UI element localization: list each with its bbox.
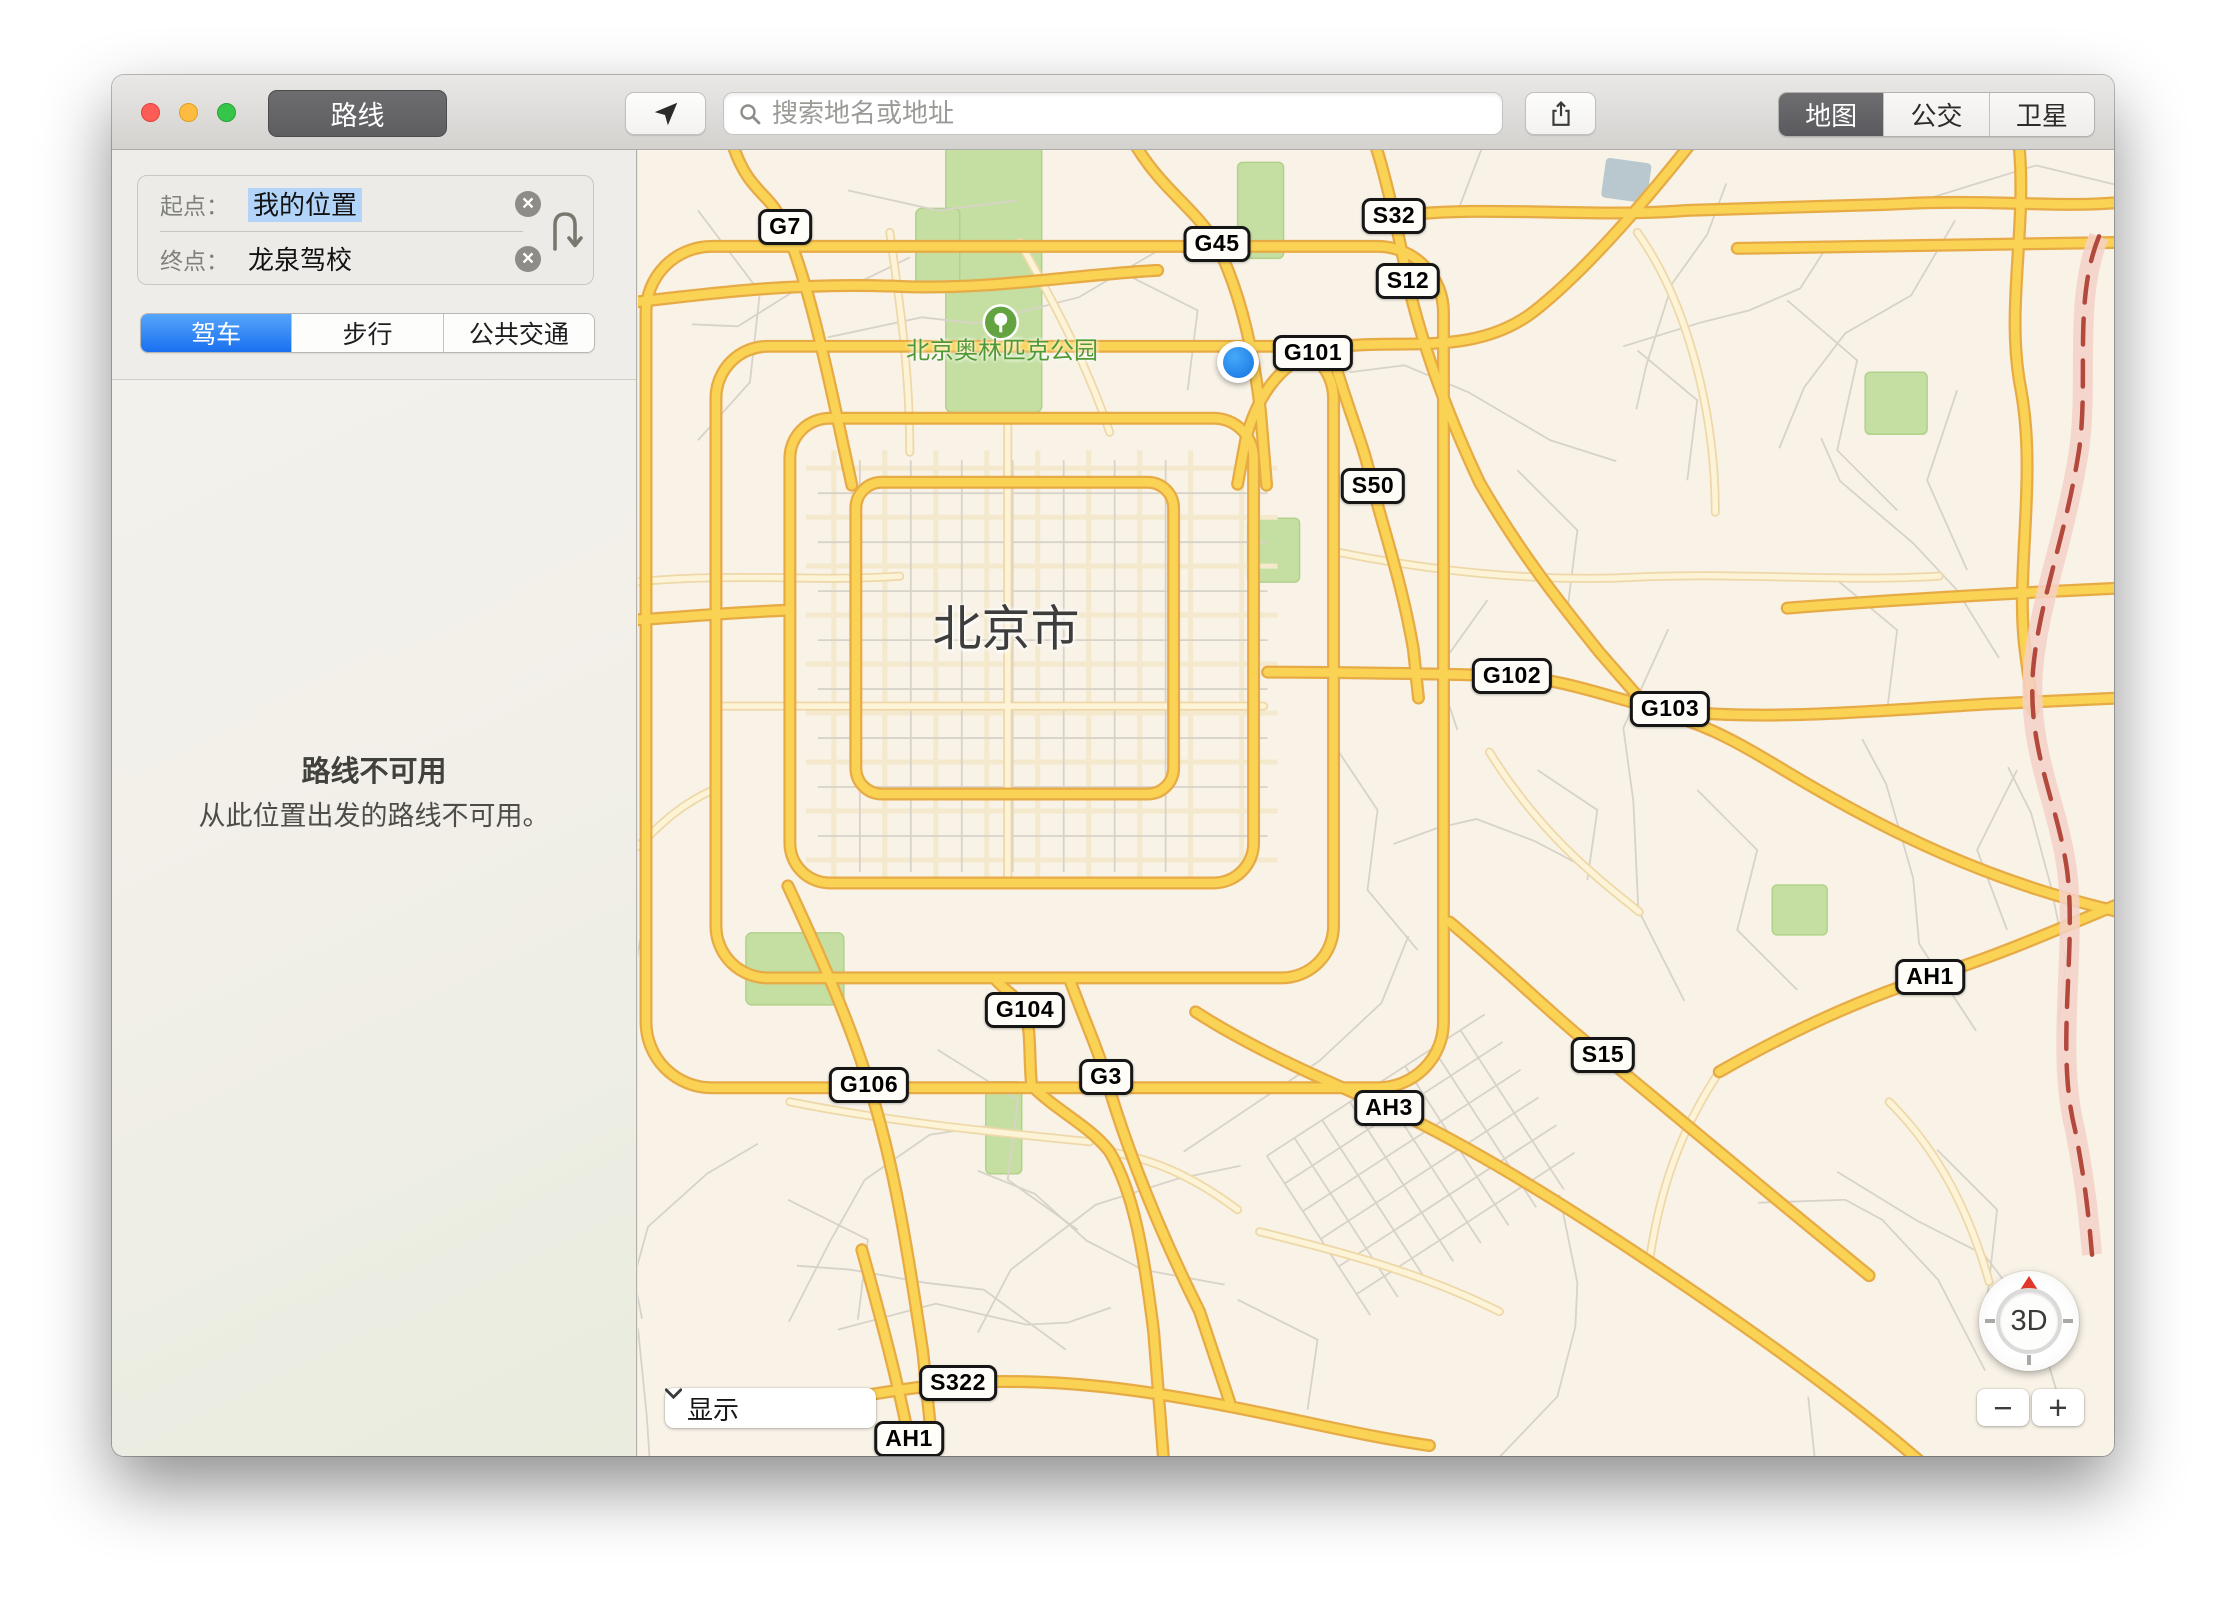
display-dropdown[interactable]: 显示 [665, 1388, 876, 1428]
highway-shield-s32: S32 [1361, 198, 1427, 234]
route-error-message: 从此位置出发的路线不可用。 [198, 801, 550, 831]
highway-shield-g103: G103 [1629, 691, 1711, 727]
mode-walking[interactable]: 步行 [292, 314, 444, 352]
swap-start-end-button[interactable] [543, 209, 587, 253]
highway-shield-g3: G3 [1079, 1059, 1133, 1095]
zoom-out-button[interactable]: − [1977, 1389, 2029, 1426]
highway-shield-s15: S15 [1570, 1037, 1636, 1073]
highway-shield-s12: S12 [1375, 263, 1441, 299]
highway-shield-g106: G106 [828, 1067, 910, 1103]
mode-transit[interactable]: 公共交通 [443, 314, 594, 352]
start-field[interactable]: 起点： 我的位置 [138, 176, 533, 231]
end-field[interactable]: 终点： 龙泉驾校 [138, 231, 533, 286]
directions-form-section: 起点： 我的位置 终点： 龙泉驾校 × × 驾车 步行 公共交通 [112, 150, 636, 380]
current-location-dot [1217, 341, 1259, 383]
search-icon [740, 103, 761, 124]
map-type-segmented-control: 地图 公交 卫星 [1778, 92, 2095, 137]
highway-shield-s50: S50 [1340, 468, 1406, 504]
highway-shield-ah1: AH1 [1895, 959, 1965, 995]
zoom-controls: − + [1977, 1389, 2084, 1426]
zoom-in-button[interactable]: + [2032, 1389, 2084, 1426]
highway-shield-g102: G102 [1471, 658, 1553, 694]
highway-shield-s322: S322 [919, 1365, 997, 1401]
start-field-value: 我的位置 [248, 185, 363, 222]
map-overlay: 北京市 北京奥林匹克公园 显示 3D − + G7 S32 G45 S12 G101 S5 [638, 150, 2114, 1456]
maps-window: 路线 地图 公交 卫星 [112, 75, 2114, 1456]
end-field-label: 终点： [160, 247, 229, 274]
compass-3d-button[interactable]: 3D [1979, 1271, 2079, 1371]
travel-mode-segmented-control: 驾车 步行 公共交通 [140, 313, 595, 353]
minus-icon: − [1993, 1389, 2013, 1426]
location-arrow-icon [654, 102, 677, 125]
tab-map[interactable]: 地图 [1779, 93, 1885, 136]
share-button[interactable] [1525, 92, 1596, 135]
directions-sidebar: 起点： 我的位置 终点： 龙泉驾校 × × 驾车 步行 公共交通 路线不可用 从… [112, 150, 637, 1456]
highway-shield-ah1: AH1 [874, 1421, 944, 1456]
minimize-button[interactable] [179, 103, 198, 122]
current-location-button[interactable] [625, 92, 706, 135]
start-field-label: 起点： [160, 192, 229, 219]
highway-shield-g101: G101 [1272, 335, 1354, 371]
map-canvas[interactable]: 北京市 北京奥林匹克公园 显示 3D − + G7 S32 G45 S12 G101 S5 [638, 150, 2114, 1456]
display-dropdown-label: 显示 [687, 1394, 740, 1425]
compass-3d-label: 3D [2010, 1304, 2048, 1337]
search-field[interactable] [723, 92, 1503, 135]
route-error-title: 路线不可用 [301, 756, 447, 788]
highway-shield-g104: G104 [984, 992, 1066, 1028]
tab-satellite[interactable]: 卫星 [1989, 93, 2094, 136]
clear-end-icon[interactable]: × [515, 246, 541, 272]
route-fields-box: 起点： 我的位置 终点： 龙泉驾校 × × [137, 175, 594, 285]
search-input[interactable] [772, 98, 1502, 129]
toolbar: 路线 地图 公交 卫星 [112, 75, 2114, 150]
zoom-window-button[interactable] [217, 103, 236, 122]
highway-shield-ah3: AH3 [1354, 1090, 1424, 1126]
highway-shield-g45: G45 [1183, 226, 1251, 262]
clear-start-icon[interactable]: × [515, 191, 541, 217]
tab-transit[interactable]: 公交 [1884, 93, 1990, 136]
end-field-value: 龙泉驾校 [248, 245, 353, 275]
directions-toggle-button[interactable]: 路线 [268, 90, 447, 137]
share-icon [1551, 100, 1570, 126]
u-turn-swap-icon [553, 212, 583, 251]
chevron-down-icon [665, 1388, 682, 1399]
city-label: 北京市 [932, 602, 1080, 657]
park-label: 北京奥林匹克公园 [906, 337, 1098, 365]
compass-tick-south [2027, 1355, 2031, 1365]
compass-tick-east [2063, 1319, 2073, 1323]
compass-tick-west [1985, 1319, 1995, 1323]
plus-icon: + [2048, 1389, 2068, 1426]
close-button[interactable] [141, 103, 160, 122]
mode-driving[interactable]: 驾车 [141, 314, 293, 352]
directions-toggle-label: 路线 [330, 101, 385, 131]
highway-shield-g7: G7 [758, 209, 812, 245]
